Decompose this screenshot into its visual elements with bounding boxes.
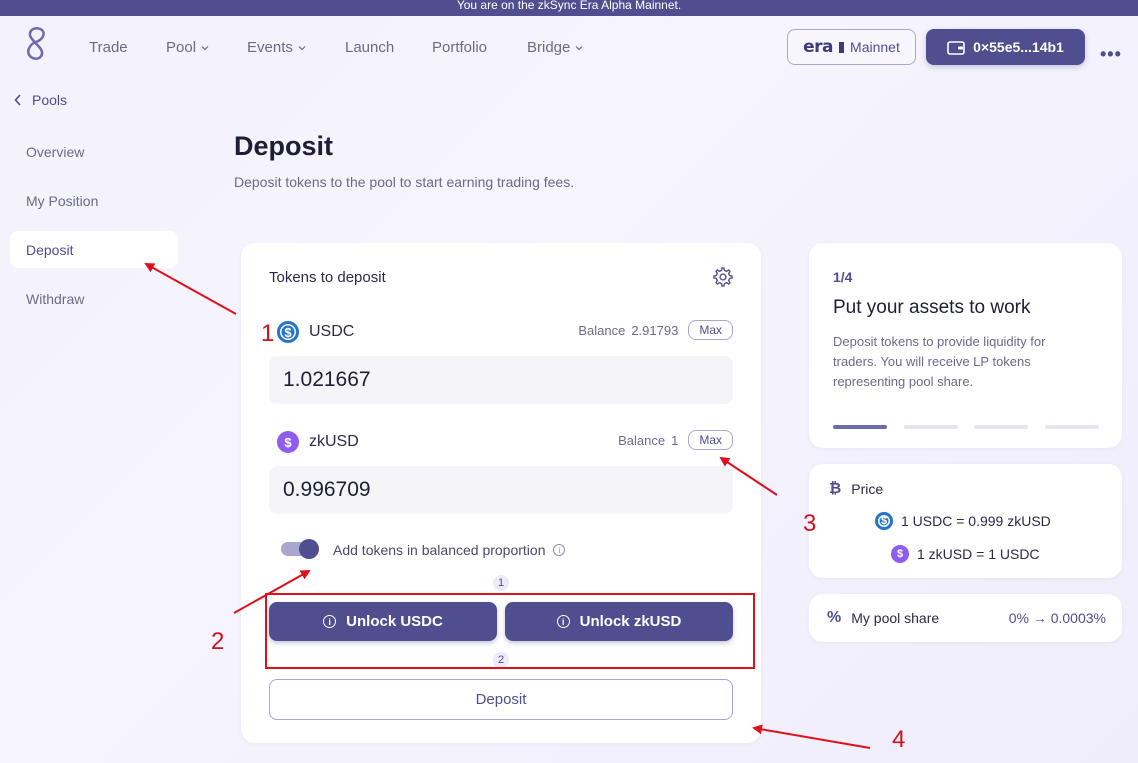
sidebar-item-deposit[interactable]: Deposit bbox=[10, 231, 178, 268]
chevron-down-icon bbox=[298, 45, 306, 50]
zkusd-balance: Balance 1 Max bbox=[618, 430, 733, 450]
network-selector-button[interactable]: era Mainnet bbox=[787, 29, 916, 65]
balance-label: Balance bbox=[578, 322, 626, 338]
era-logo: era bbox=[803, 37, 834, 57]
onboarding-body: Deposit tokens to provide liquidity for … bbox=[833, 334, 1046, 389]
progress-step-1[interactable] bbox=[833, 425, 887, 429]
network-label: Mainnet bbox=[850, 39, 900, 55]
gear-icon[interactable] bbox=[712, 266, 734, 288]
price-card: ₿ Price $ 1 USDC = 0.999 zkUSD $ 1 zkUSD… bbox=[809, 464, 1122, 578]
deposit-card-title: Tokens to deposit bbox=[269, 269, 386, 286]
more-options-icon[interactable]: ••• bbox=[1100, 44, 1122, 65]
nav-events[interactable]: Events bbox=[247, 39, 306, 56]
annotation-label-2: 2 bbox=[211, 628, 225, 655]
chevron-left-icon bbox=[14, 94, 21, 106]
bitcoin-icon: ₿ bbox=[829, 480, 842, 497]
progress-step-4[interactable] bbox=[1045, 425, 1099, 429]
chevron-down-icon bbox=[201, 45, 209, 50]
onboarding-info-card: 1/4 Put your assets to work Deposit toke… bbox=[809, 243, 1122, 448]
wallet-address: 0×55e5...14b1 bbox=[973, 39, 1064, 55]
pool-share-label-text: My pool share bbox=[851, 610, 940, 626]
annotation-label-3: 3 bbox=[803, 510, 817, 537]
sidebar-item-my-position[interactable]: My Position bbox=[26, 193, 98, 209]
balance-value: 2.91793 bbox=[631, 322, 679, 338]
max-button-zkusd[interactable]: Max bbox=[688, 430, 733, 450]
sidebar-item-withdraw[interactable]: Withdraw bbox=[26, 291, 84, 307]
balance-label: Balance bbox=[618, 432, 666, 448]
app-logo-icon[interactable] bbox=[22, 26, 50, 62]
top-navigation: Trade Pool Events Launch Portfolio Bridg… bbox=[0, 16, 1138, 78]
onboarding-step: 1/4 bbox=[833, 269, 853, 285]
nav-launch[interactable]: Launch bbox=[345, 39, 394, 56]
pool-share-label: % My pool share bbox=[827, 609, 939, 627]
pool-share-value: 0% → 0.0003% bbox=[1008, 610, 1106, 626]
price-usdc-line: $ 1 USDC = 0.999 zkUSD bbox=[875, 512, 1051, 530]
sidebar-item-overview[interactable]: Overview bbox=[26, 144, 84, 160]
back-link-label: Pools bbox=[32, 92, 68, 108]
network-bars-icon bbox=[839, 41, 845, 53]
price-zkusd-line: $ 1 zkUSD = 1 USDC bbox=[891, 545, 1040, 563]
page-subtitle: Deposit tokens to the pool to start earn… bbox=[234, 174, 575, 190]
annotation-highlight-box bbox=[265, 593, 755, 669]
annotation-label-1: 1 bbox=[261, 320, 275, 347]
annotation-arrow-4 bbox=[752, 724, 871, 749]
nav-bridge[interactable]: Bridge bbox=[527, 39, 583, 56]
zkusd-icon: $ bbox=[891, 545, 909, 563]
toggle-label-text: Add tokens in balanced proportion bbox=[333, 542, 546, 558]
token-usdc-row: $ USDC bbox=[277, 321, 354, 343]
token-zkusd-row: $ zkUSD bbox=[277, 431, 359, 453]
onboarding-title: Put your assets to work bbox=[833, 297, 1031, 318]
step-indicator-1: 1 bbox=[493, 575, 509, 591]
usdc-icon: $ bbox=[277, 321, 299, 343]
back-to-pools-link[interactable]: Pools bbox=[14, 92, 67, 108]
max-button-usdc[interactable]: Max bbox=[688, 320, 733, 340]
token-symbol: USDC bbox=[309, 323, 355, 340]
progress-step-3[interactable] bbox=[974, 425, 1028, 429]
price-title: Price bbox=[851, 480, 884, 497]
usdc-balance: Balance 2.91793 Max bbox=[578, 320, 733, 340]
zkusd-icon: $ bbox=[277, 431, 299, 453]
balanced-proportion-toggle[interactable] bbox=[281, 539, 319, 559]
price-line-2: 1 zkUSD = 1 USDC bbox=[917, 546, 1040, 562]
balance-value: 1 bbox=[671, 432, 679, 448]
price-line-1: 1 USDC = 0.999 zkUSD bbox=[901, 513, 1051, 529]
usdc-icon: $ bbox=[875, 512, 893, 530]
percent-icon: % bbox=[827, 609, 842, 626]
wallet-icon bbox=[947, 40, 965, 55]
zkusd-amount-input[interactable] bbox=[269, 466, 733, 514]
network-banner: You are on the zkSync Era Alpha Mainnet. bbox=[0, 0, 1138, 16]
page-title: Deposit bbox=[234, 131, 334, 161]
usdc-amount-input[interactable] bbox=[269, 356, 733, 404]
pool-share-card: % My pool share 0% → 0.0003% bbox=[809, 594, 1122, 642]
progress-step-2[interactable] bbox=[904, 425, 958, 429]
wallet-button[interactable]: 0×55e5...14b1 bbox=[926, 29, 1085, 65]
annotation-arrow-1 bbox=[144, 263, 237, 315]
nav-trade[interactable]: Trade bbox=[89, 39, 128, 56]
nav-pool[interactable]: Pool bbox=[166, 39, 209, 56]
price-header: ₿ Price bbox=[829, 480, 883, 497]
info-icon[interactable]: i bbox=[553, 544, 566, 556]
deposit-button[interactable]: Deposit bbox=[269, 679, 733, 720]
balanced-proportion-label: Add tokens in balanced proportion i bbox=[333, 542, 566, 558]
chevron-down-icon bbox=[575, 45, 583, 50]
token-symbol: zkUSD bbox=[309, 433, 359, 450]
annotation-label-4: 4 bbox=[892, 726, 906, 753]
nav-portfolio[interactable]: Portfolio bbox=[432, 39, 487, 56]
toggle-knob bbox=[299, 539, 319, 559]
